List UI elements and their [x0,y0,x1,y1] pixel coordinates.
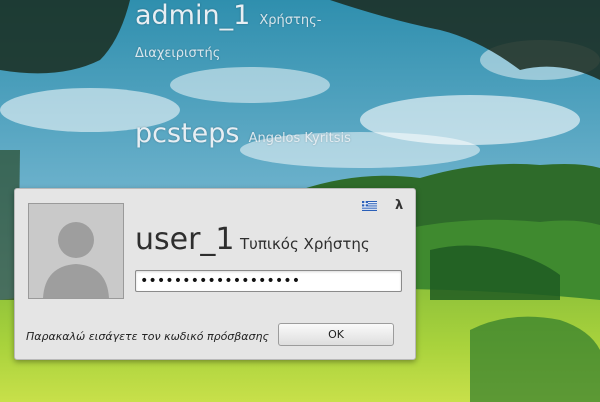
avatar [28,203,124,299]
login-dialog: λ user_1 Τυπικός Χρήστης Παρακαλώ εισάγε… [14,188,416,360]
dialog-realname: Τυπικός Χρήστης [240,235,370,253]
user-entry-realname: Χρήστης- [259,13,322,28]
ok-button[interactable]: OK [278,323,394,346]
user-silhouette-icon [29,204,123,298]
password-prompt: Παρακαλώ εισάγετε τον κωδικό πρόσβασης [26,330,269,343]
language-selector[interactable]: λ [395,198,403,213]
user-entry-realname: Angelos Kyritsis [248,131,351,146]
user-entry-username: pcsteps [135,118,240,149]
greek-flag-icon[interactable] [362,201,377,211]
user-entry-realname-line2: Διαχειριστής [135,46,221,61]
user-entry-admin[interactable]: admin_1 Χρήστης- Διαχειριστής [135,2,385,60]
user-entry-username: admin_1 [135,0,251,31]
password-field[interactable] [135,270,402,292]
user-entry-pcsteps[interactable]: pcsteps Angelos Kyritsis [135,120,351,147]
dialog-username: user_1 [135,222,235,257]
